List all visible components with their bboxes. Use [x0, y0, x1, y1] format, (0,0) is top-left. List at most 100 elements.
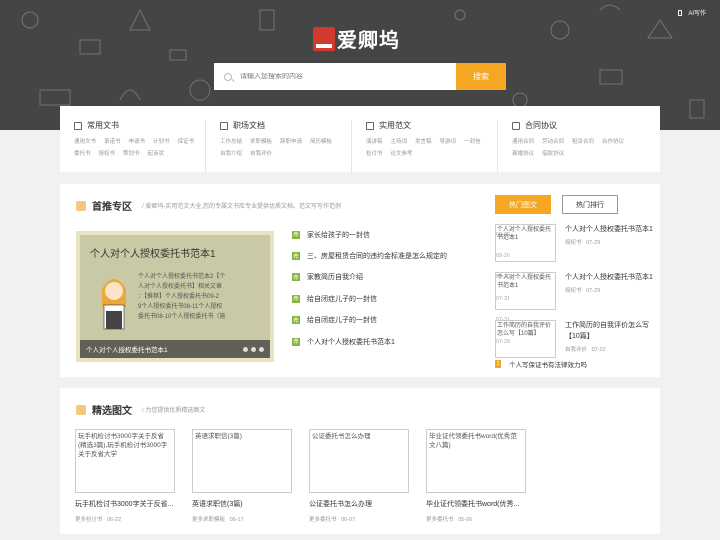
ai-writing-link[interactable]: AI写作 [688, 8, 706, 17]
category-link[interactable]: 自我介绍 [220, 149, 242, 157]
card-category[interactable]: 更多委托书 [309, 517, 337, 523]
category-link[interactable]: 简历模板 [310, 137, 332, 145]
carousel-dot[interactable] [251, 347, 256, 352]
thumbnail[interactable]: 公证委托书怎么办理 [309, 429, 409, 493]
category-link[interactable]: 借款协议 [542, 149, 564, 157]
search-input[interactable] [240, 73, 440, 80]
category-link[interactable]: 辞职申请 [280, 137, 302, 145]
carousel-dots [243, 347, 264, 352]
thumbnail[interactable]: 英语求职信(3篇) [192, 429, 292, 493]
category-link[interactable]: 委托书 [74, 149, 91, 157]
category-link[interactable]: 一封信 [464, 137, 481, 145]
category-contracts: 合同协议 通用合同 劳动合同 租赁合同 合作协议 离婚协议 借款协议 [498, 120, 644, 172]
chat-icon [220, 121, 228, 130]
featured-panel: 首推专区 / 爱卿坞-实用范文大全,您的专属文书库专业提供优质文档、范文写写作范… [60, 184, 660, 377]
featured-subtitle: / 爱卿坞-实用范文大全,您的专属文书库专业提供优质文档、范文写写作范例 [142, 204, 342, 210]
category-link[interactable]: 发言稿 [415, 137, 432, 145]
category-workplace: 职场文档 工作总结 求职模板 辞职申请 简历模板 自我介绍 自我评价 [206, 120, 352, 172]
phone-icon[interactable] [678, 9, 683, 16]
list-item[interactable]: 荐给自闭症儿子的一封信 07-31 [292, 288, 510, 309]
search-bar: 搜索 [214, 63, 506, 90]
category-link[interactable]: 主持词 [391, 137, 408, 145]
card-date: 06-22 [107, 517, 122, 523]
thumbnail[interactable]: 玩手机检讨书3000字关于反省(精选3篇),玩手机检讨书3000字关于反省大学 [75, 429, 175, 493]
category-link[interactable]: 检讨书 [366, 149, 383, 157]
category-link[interactable]: 计划书 [153, 137, 170, 145]
top-right-links: AI写作 [678, 8, 706, 17]
category-link[interactable]: 授权书 [99, 149, 116, 157]
pick-card[interactable]: 玩手机检讨书3000字关于反省(精选3篇),玩手机检讨书3000字关于反省大学 … [75, 429, 175, 523]
thumbnail[interactable]: 个人对个人授权委托书范本1 [495, 272, 556, 310]
carousel-dot[interactable] [259, 347, 264, 352]
category-link[interactable]: 租赁合同 [572, 137, 594, 145]
category-link[interactable]: 策划书 [123, 149, 140, 157]
site-logo[interactable]: 爱卿坞 [313, 24, 400, 53]
hot-title[interactable]: 个人对个人授权委托书范本1 [565, 272, 653, 283]
pick-card[interactable]: 毕业证代领委托书word(优秀范文八篇) 毕业证代领委托书word(优秀... … [426, 429, 526, 523]
heart-icon [366, 121, 374, 130]
thumbnail[interactable]: 工作简历的自我评价怎么写【10篇】 [495, 320, 556, 358]
category-title[interactable]: 职场文档 [233, 120, 265, 131]
list-item[interactable]: 荐家长给孩子的一封信 08-20 [292, 224, 510, 245]
recommend-badge: 荐 [292, 316, 300, 325]
category-common-docs: 常用文书 通用文书 承诺书 申请书 计划书 保证书 委托书 授权书 策划书 起诉… [60, 120, 206, 172]
search-button[interactable]: 搜索 [456, 63, 506, 90]
category-link[interactable]: 通用合同 [512, 137, 534, 145]
list-item[interactable]: 荐家教简历自我介绍 08-20 [292, 267, 510, 288]
category-link[interactable]: 论文参考 [391, 149, 413, 157]
card-category[interactable]: 更多求职模板 [192, 517, 225, 523]
card-title[interactable]: 英语求职信(3篇) [192, 499, 292, 509]
hot-category[interactable]: 授权书 [565, 240, 582, 246]
category-title[interactable]: 合同协议 [525, 120, 557, 131]
category-link[interactable]: 申请书 [129, 137, 146, 145]
card-category[interactable]: 更多检讨书 [75, 517, 103, 523]
category-link[interactable]: 保证书 [178, 137, 195, 145]
card-title[interactable]: 玩手机检讨书3000字关于反省... [75, 499, 175, 509]
category-link[interactable]: 劳动合同 [542, 137, 564, 145]
picks-header: 精选图文 / 为您提供优质精选图文 [76, 402, 205, 417]
category-link[interactable]: 合作协议 [602, 137, 624, 145]
tab-hot-ranking[interactable]: 热门排行 [562, 195, 618, 214]
category-link[interactable]: 求职模板 [250, 137, 272, 145]
recommend-badge: 荐 [292, 273, 300, 282]
category-link[interactable]: 离婚协议 [512, 149, 534, 157]
list-item[interactable]: 荐个人对个人授权委托书范本1 07-29 [292, 331, 510, 352]
category-link[interactable]: 演讲稿 [366, 137, 383, 145]
recommend-badge: 荐 [292, 337, 300, 346]
tab-hot-articles[interactable]: 热门图文 [495, 195, 551, 214]
pick-card[interactable]: 公证委托书怎么办理 公证委托书怎么办理 更多委托书 06-07 [309, 429, 409, 523]
carousel-dot[interactable] [243, 347, 248, 352]
list-item[interactable]: 荐三、房屋租赁合同的违约金标准是怎么规定的 08-20 [292, 245, 510, 266]
thumbnail[interactable]: 个人对个人授权委托书范本1 [495, 224, 556, 262]
list-item[interactable]: 荐给自闭症儿子的一封信 07-31 [292, 310, 510, 331]
card-category[interactable]: 更多委托书 [426, 517, 454, 523]
hot-date: 07-29 [586, 288, 601, 294]
hot-rank-item[interactable]: 1 个人写保证书有法律效力吗 [495, 359, 587, 369]
hot-title[interactable]: 个人对个人授权委托书范本1 [565, 224, 653, 235]
thumbnail[interactable]: 毕业证代领委托书word(优秀范文八篇) [426, 429, 526, 493]
category-title[interactable]: 实用范文 [379, 120, 411, 131]
card-title[interactable]: 公证委托书怎么办理 [309, 499, 409, 509]
rank-title[interactable]: 个人写保证书有法律效力吗 [509, 359, 587, 369]
picks-subtitle: / 为您提供优质精选图文 [142, 408, 206, 414]
category-link[interactable]: 导游词 [440, 137, 457, 145]
hot-item[interactable]: 个人对个人授权委托书范本1 个人对个人授权委托书范本1 授权书 07-29 [495, 272, 655, 320]
category-link[interactable]: 自我评价 [250, 149, 272, 157]
picks-title: 精选图文 [92, 406, 132, 417]
hot-title[interactable]: 工作简历的自我评价怎么写【10篇】 [565, 320, 653, 342]
hot-category[interactable]: 授权书 [565, 288, 582, 294]
carousel[interactable]: 个人对个人授权委托书范本1 个人对个人授权委托书范本2【个 人对个人授权委托书】… [76, 231, 274, 362]
slide-caption[interactable]: 个人对个人授权委托书范本1 [80, 340, 270, 358]
book-icon [313, 26, 335, 51]
category-link[interactable]: 承诺书 [104, 137, 121, 145]
pick-card[interactable]: 英语求职信(3篇) 英语求职信(3篇) 更多求职模板 06-17 [192, 429, 292, 523]
hot-category[interactable]: 自我评价 [565, 347, 587, 353]
card-title[interactable]: 毕业证代领委托书word(优秀... [426, 499, 526, 509]
category-link[interactable]: 通用文书 [74, 137, 96, 145]
featured-icon [76, 200, 86, 211]
category-title[interactable]: 常用文书 [87, 120, 119, 131]
hot-item[interactable]: 个人对个人授权委托书范本1 个人对个人授权委托书范本1 授权书 07-29 [495, 224, 655, 272]
category-link[interactable]: 工作总结 [220, 137, 242, 145]
document-icon [74, 121, 82, 130]
category-link[interactable]: 起诉状 [148, 149, 165, 157]
